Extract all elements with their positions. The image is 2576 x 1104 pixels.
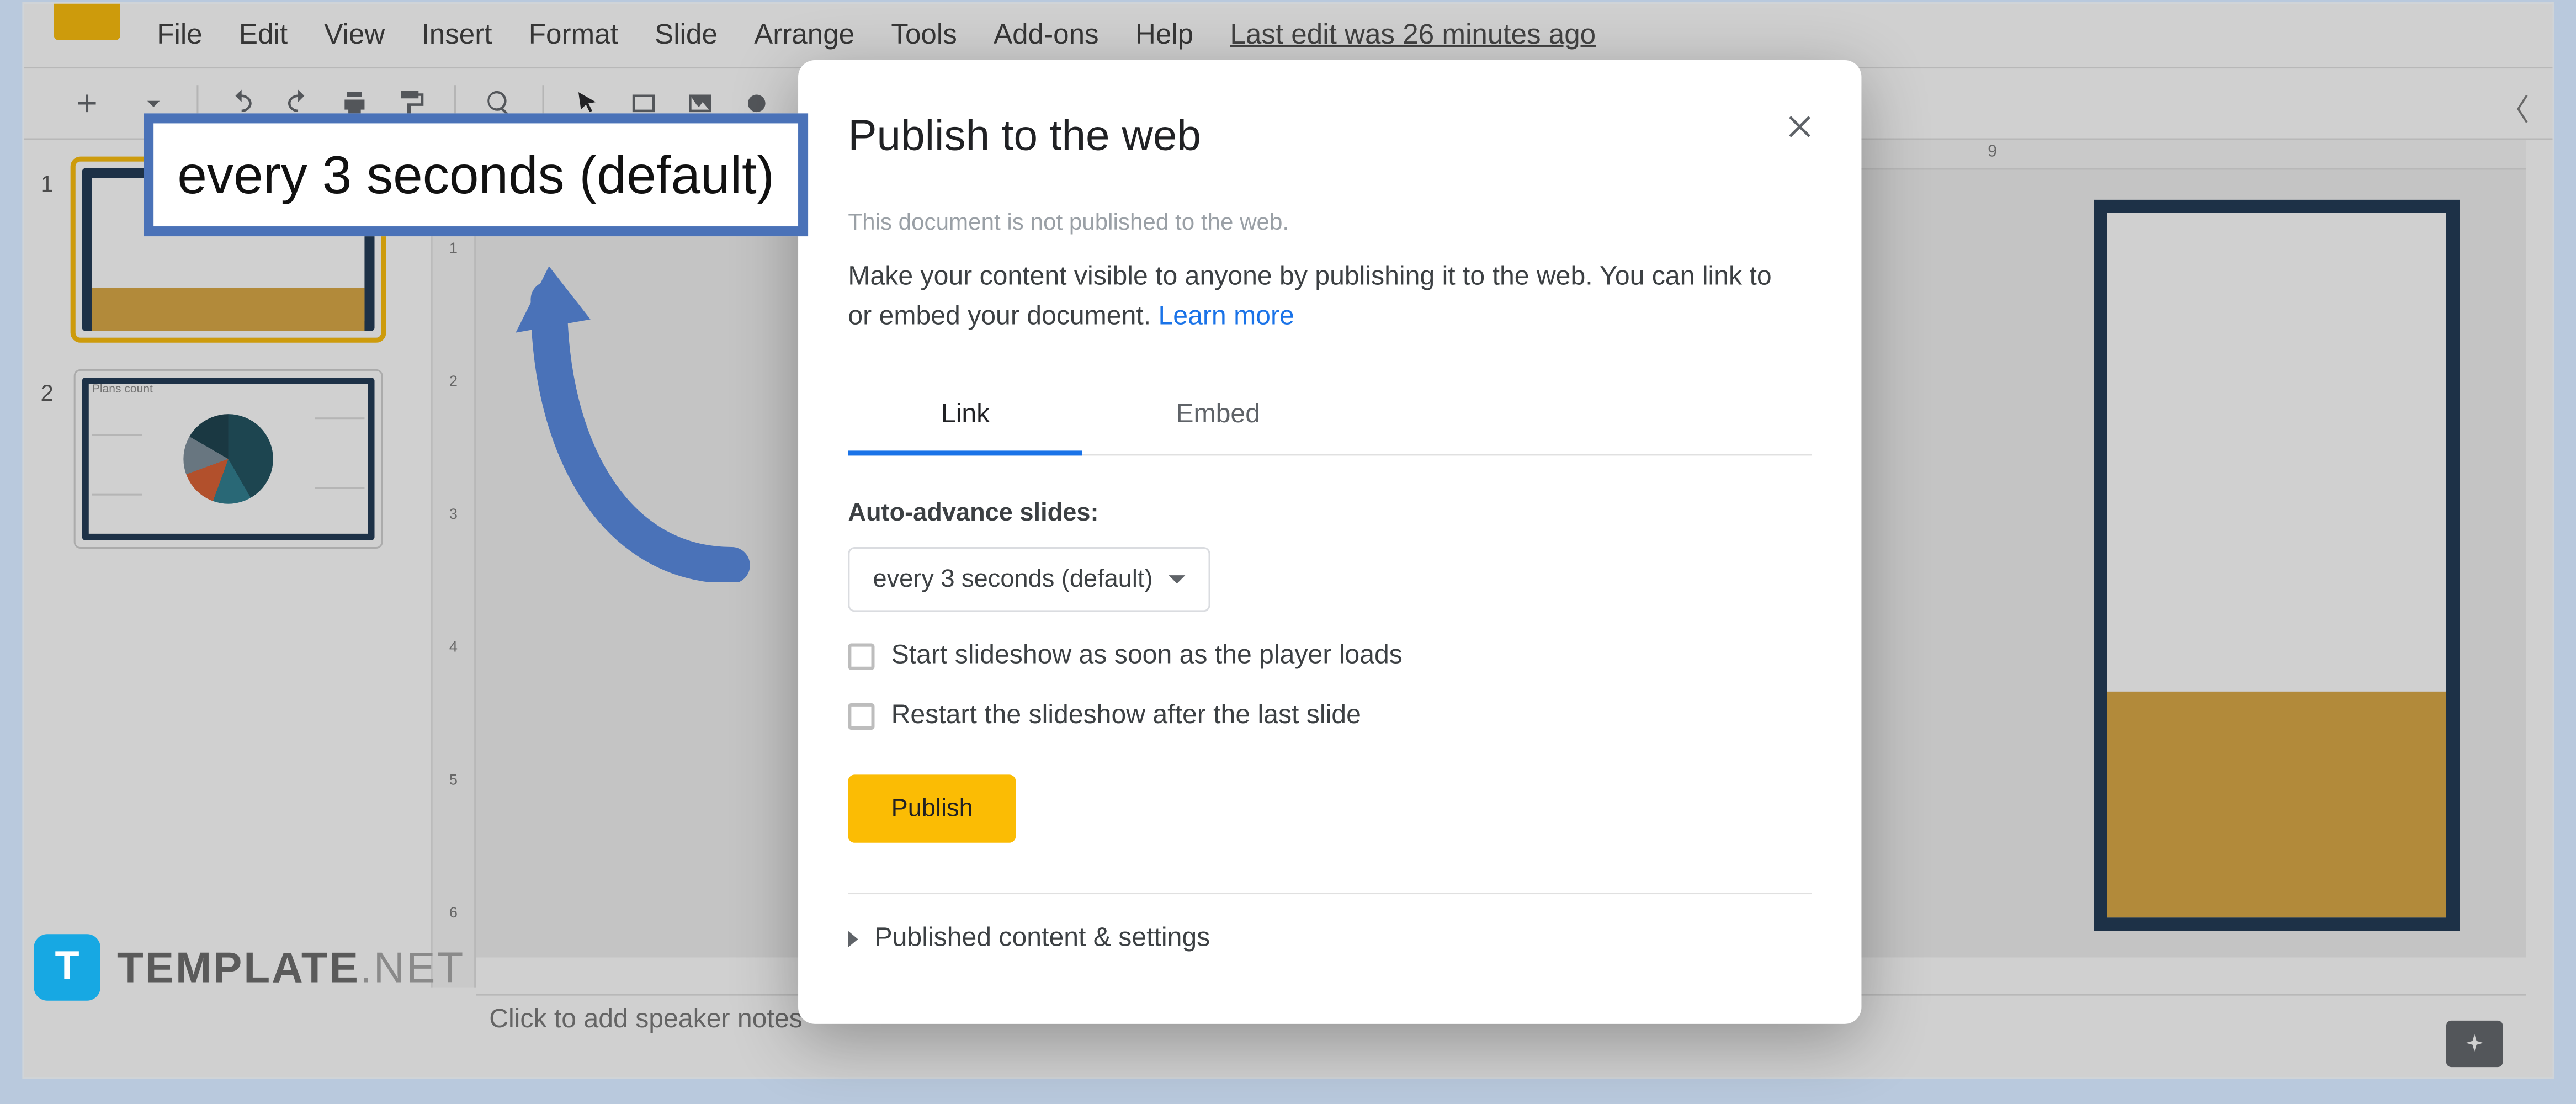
menu-arrange[interactable]: Arrange <box>737 12 870 59</box>
checkbox-icon[interactable] <box>848 644 874 670</box>
annotation-callout: every 3 seconds (default) <box>144 113 808 236</box>
menu-tools[interactable]: Tools <box>874 12 974 59</box>
watermark-brand: TEMPLATE <box>116 942 359 991</box>
callout-text: every 3 seconds (default) <box>177 144 774 205</box>
mini-line-icon <box>315 487 364 489</box>
thumb-number: 1 <box>40 160 73 197</box>
menu-format[interactable]: Format <box>512 12 634 59</box>
thumb-number: 2 <box>40 369 73 406</box>
vertical-ruler: 1 2 3 4 5 6 <box>432 140 475 988</box>
watermark-text: TEMPLATE.NET <box>116 942 464 993</box>
divider-icon <box>848 893 1812 894</box>
expander-label: Published content & settings <box>874 924 1210 954</box>
checkbox-row-restart[interactable]: Restart the slideshow after the last sli… <box>848 702 1812 731</box>
new-slide-button[interactable] <box>54 80 120 126</box>
auto-advance-dropdown[interactable]: every 3 seconds (default) <box>848 547 1210 612</box>
last-edit-link[interactable]: Last edit was 26 minutes ago <box>1230 19 1596 52</box>
dropdown-value: every 3 seconds (default) <box>873 565 1152 593</box>
explore-button[interactable] <box>2446 1021 2502 1067</box>
close-button[interactable] <box>1778 103 1824 150</box>
dialog-title: Publish to the web <box>848 110 1812 161</box>
dialog-subtext: This document is not published to the we… <box>848 208 1812 235</box>
publish-tabs: Link Embed <box>848 384 1812 455</box>
checkbox-icon[interactable] <box>848 703 874 730</box>
thumb-mini-title: Plans count <box>92 384 152 396</box>
ruler-tick: 3 <box>432 506 474 522</box>
checkbox-label: Start slideshow as soon as the player lo… <box>891 642 1402 672</box>
ruler-tick: 4 <box>432 639 474 655</box>
annotation-arrow-icon <box>516 250 782 582</box>
slide-canvas[interactable] <box>2094 200 2459 931</box>
menubar: File Edit View Insert Format Slide Arran… <box>24 4 2552 67</box>
tab-embed[interactable]: Embed <box>1082 384 1353 454</box>
watermark-suffix: .NET <box>359 942 464 991</box>
mini-line-icon <box>315 417 364 419</box>
ruler-tick: 6 <box>432 904 474 921</box>
publish-dialog: Publish to the web This document is not … <box>798 60 1861 1024</box>
menu-slide[interactable]: Slide <box>638 12 734 59</box>
watermark-icon: T <box>34 934 100 1000</box>
ruler-tick: 5 <box>432 771 474 788</box>
thumb-row-2[interactable]: 2 Plans count <box>24 363 431 572</box>
menu-addons[interactable]: Add-ons <box>976 12 1115 59</box>
caret-down-icon <box>1169 575 1186 583</box>
ruler-tick: 1 <box>432 240 474 256</box>
menu-help[interactable]: Help <box>1118 12 1209 59</box>
pie-chart-icon <box>183 414 273 504</box>
slide-thumbnail-2[interactable]: Plans count <box>73 369 383 549</box>
speaker-notes-placeholder: Click to add speaker notes <box>489 1005 803 1034</box>
menu-insert[interactable]: Insert <box>405 12 508 59</box>
dialog-desc-text: Make your content visible to anyone by p… <box>848 263 1771 331</box>
ruler-tick: 2 <box>432 373 474 389</box>
menu-view[interactable]: View <box>307 12 401 59</box>
mini-line-icon <box>92 434 141 436</box>
checkbox-label: Restart the slideshow after the last sli… <box>891 702 1361 731</box>
dialog-description: Make your content visible to anyone by p… <box>848 258 1795 337</box>
learn-more-link[interactable]: Learn more <box>1158 303 1294 331</box>
mini-line-icon <box>92 494 141 496</box>
ruler-tick: 9 <box>1988 144 1997 162</box>
collapse-toolbar-icon[interactable]: 〈 <box>2499 87 2529 130</box>
menu-file[interactable]: File <box>140 12 219 59</box>
checkbox-row-start[interactable]: Start slideshow as soon as the player lo… <box>848 642 1812 672</box>
published-content-expander[interactable]: Published content & settings <box>848 924 1812 954</box>
close-icon <box>1784 110 1818 143</box>
slide-filmstrip: 1 2 Plans count <box>24 140 432 988</box>
menu-edit[interactable]: Edit <box>222 12 304 59</box>
triangle-right-icon <box>848 931 858 947</box>
tab-link[interactable]: Link <box>848 384 1082 455</box>
publish-button[interactable]: Publish <box>848 774 1016 842</box>
watermark: T TEMPLATE.NET <box>34 934 465 1000</box>
auto-advance-label: Auto-advance slides: <box>848 499 1812 527</box>
